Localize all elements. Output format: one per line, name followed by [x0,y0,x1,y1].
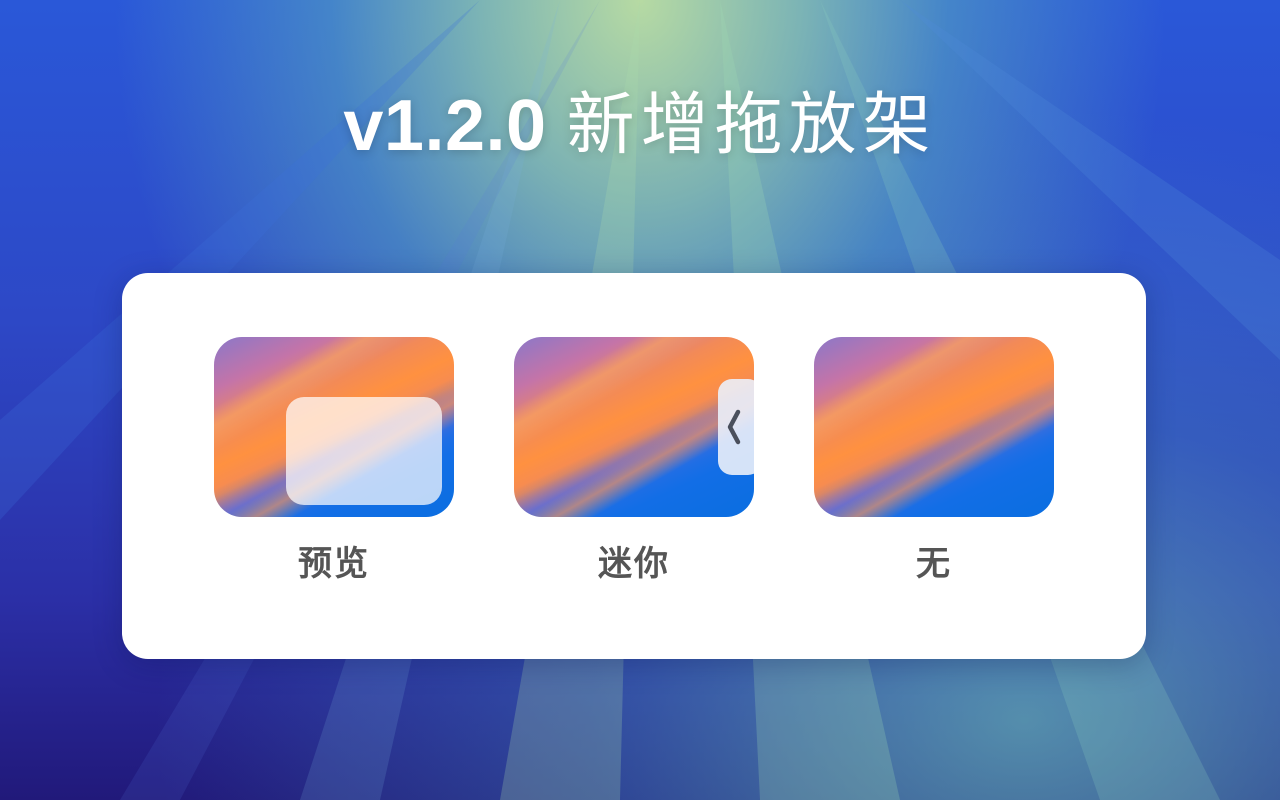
chevron-left-icon [727,409,741,445]
option-preview[interactable]: 预览 [214,337,454,581]
option-preview-thumbnail [214,337,454,517]
option-none-label: 无 [916,544,952,584]
dropshelf-options-panel: 预览 迷你 无 [122,273,1146,659]
option-mini-label: 迷你 [598,544,670,584]
option-none-thumbnail [814,337,1054,517]
option-mini[interactable]: 迷你 [514,337,754,581]
option-mini-thumbnail [514,337,754,517]
headline: v1.2.0 新增拖放架 [0,90,1280,162]
option-none[interactable]: 无 [814,337,1054,581]
headline-title: 新增拖放架 [566,86,937,165]
mini-shelf-handle [718,379,754,475]
version-number: v1.2.0 [343,86,547,166]
preview-card-icon [286,397,442,505]
option-preview-label: 预览 [298,544,370,584]
